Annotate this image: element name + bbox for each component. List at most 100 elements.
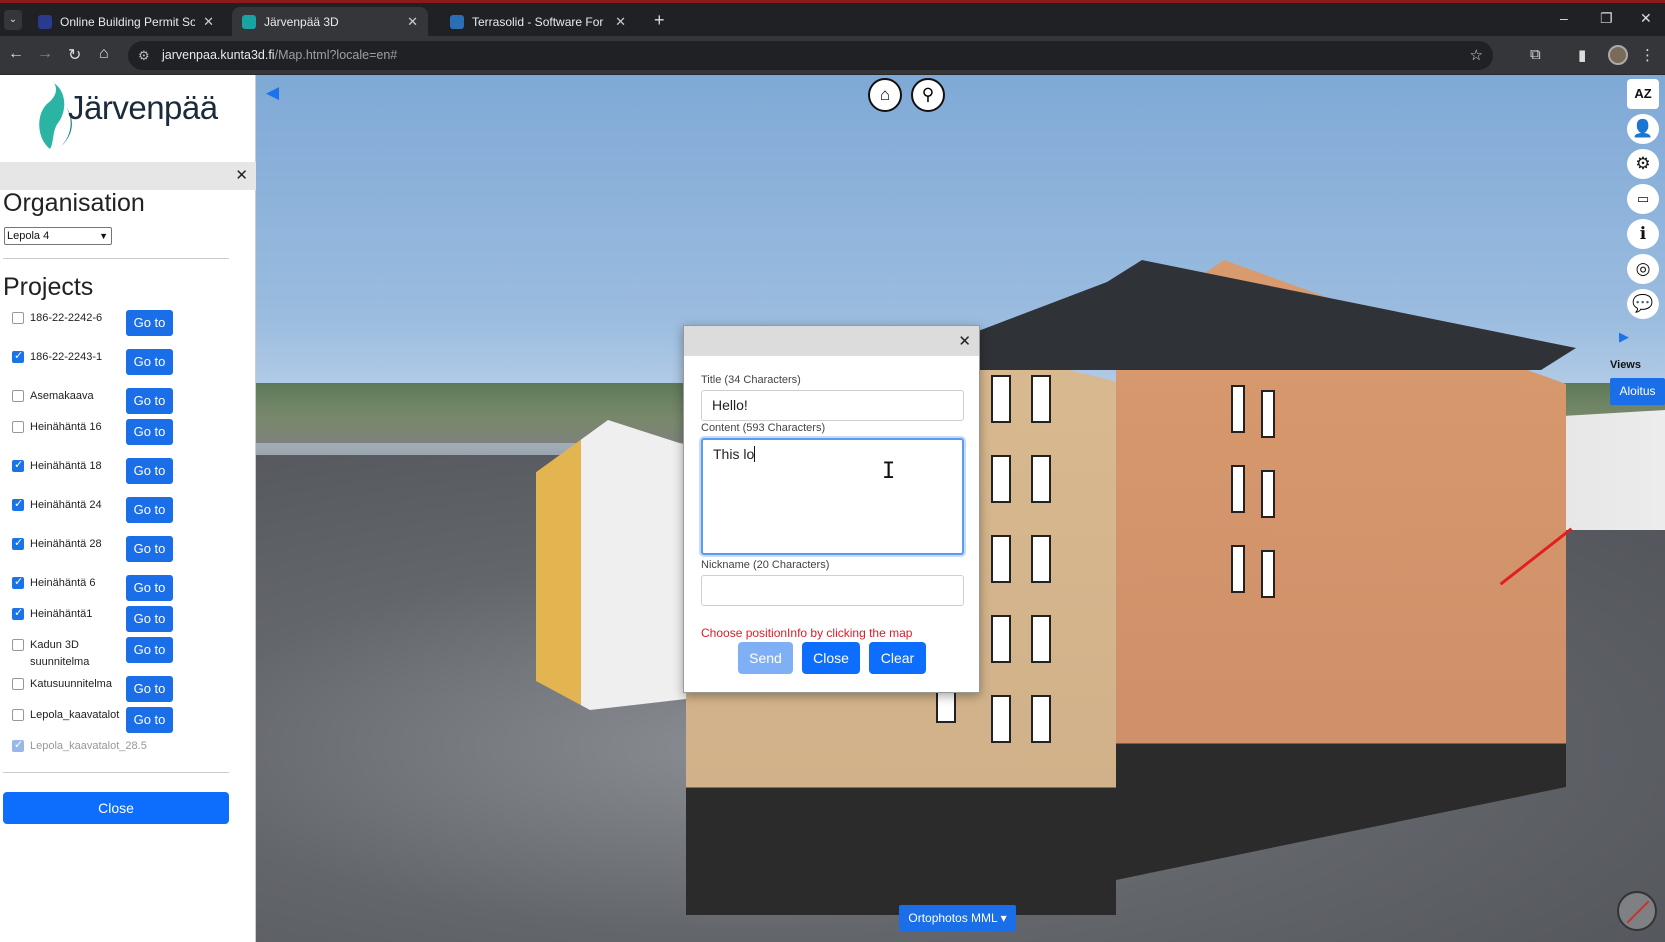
project-name: 186-22-2242-6 [30, 312, 103, 324]
project-name: Lepola_kaavatalot_28.5 [30, 740, 147, 752]
send-button[interactable]: Send [738, 642, 793, 674]
project-sidebar: Järvenpää ✕ Organisation Lepola 4 ▼ Proj… [0, 75, 256, 942]
logo-wordmark: Järvenpää [68, 89, 218, 126]
window [1031, 695, 1051, 743]
project-checkbox[interactable] [12, 606, 24, 620]
project-checkbox[interactable] [12, 421, 24, 433]
window [991, 695, 1011, 743]
project-name: Heinähäntä1 [30, 608, 93, 620]
comment-dialog: ✕ Title (34 Characters) Hello! Content (… [683, 325, 980, 693]
compass-icon[interactable] [1617, 891, 1657, 931]
divider [3, 258, 229, 259]
project-checkbox[interactable] [12, 497, 24, 511]
project-name: Heinähäntä 18 [30, 460, 102, 472]
bookmark-star-icon[interactable]: ☆ [1470, 41, 1483, 70]
tab-title: Online Building Permit Software [60, 14, 196, 29]
project-checkbox[interactable] [12, 678, 24, 690]
go-to-button[interactable]: Go to [126, 676, 173, 702]
project-name: Heinähäntä 16 [30, 421, 102, 433]
translate-icon[interactable]: AZ [1627, 79, 1659, 109]
organisation-heading: Organisation [3, 189, 145, 217]
clear-button[interactable]: Clear [869, 642, 926, 674]
go-to-button[interactable]: Go to [126, 388, 173, 414]
forward-icon[interactable]: → [37, 45, 53, 63]
organisation-select[interactable]: Lepola 4 ▼ [4, 227, 112, 245]
project-checkbox[interactable] [12, 390, 24, 402]
organisation-selected-value: Lepola 4 [7, 230, 50, 242]
window [1261, 390, 1275, 438]
close-tab-icon[interactable]: ✕ [407, 14, 418, 30]
minimize-icon[interactable]: – [1560, 10, 1568, 26]
tab-favicon-icon [242, 14, 256, 29]
side-panel-icon[interactable]: ▮ [1578, 46, 1586, 64]
back-icon[interactable]: ← [8, 45, 24, 63]
browser-tab-1[interactable]: Online Building Permit Software ✕ [28, 7, 224, 36]
view-aloitus-button[interactable]: Aloitus [1610, 378, 1665, 405]
extensions-icon[interactable]: ⧉ [1530, 46, 1541, 63]
close-tab-icon[interactable]: ✕ [203, 14, 214, 30]
ruler-icon[interactable]: ▭ [1627, 184, 1659, 214]
browser-tab-3[interactable]: Terrasolid - Software For Point Cloud ✕ [440, 7, 636, 36]
gear-icon[interactable]: ⚙ [1627, 149, 1659, 179]
project-checkbox[interactable] [12, 349, 24, 363]
window-close-icon[interactable]: ✕ [1640, 10, 1652, 27]
info-icon[interactable]: ℹ [1627, 219, 1659, 249]
close-tab-icon[interactable]: ✕ [615, 14, 626, 30]
site-info-icon[interactable]: ⚙ [138, 41, 150, 70]
project-checkbox[interactable] [12, 458, 24, 472]
projects-heading: Projects [3, 273, 94, 301]
locate-icon[interactable]: ◎ [1627, 254, 1659, 284]
project-checkbox[interactable] [12, 709, 24, 721]
project-name: 186-22-2243-1 [30, 351, 103, 363]
tab-search-chevron-icon[interactable]: ⌄ [4, 10, 22, 30]
content-textarea[interactable]: This lo [701, 438, 964, 555]
title-input[interactable]: Hello! [701, 390, 964, 421]
profile-avatar[interactable] [1608, 45, 1628, 65]
go-to-button[interactable]: Go to [126, 536, 173, 562]
dialog-close-icon[interactable]: ✕ [958, 332, 971, 350]
content-label: Content (593 Characters) [701, 422, 826, 434]
home-view-icon[interactable]: ⌂ [868, 78, 902, 112]
tab-favicon-icon [450, 14, 464, 29]
content-text: This lo [713, 446, 755, 462]
project-checkbox[interactable] [12, 575, 24, 589]
project-checkbox[interactable] [12, 536, 24, 550]
go-to-button[interactable]: Go to [126, 575, 173, 601]
go-to-button[interactable]: Go to [126, 637, 173, 663]
window [1261, 550, 1275, 598]
new-tab-icon[interactable]: + [654, 10, 665, 31]
go-to-button[interactable]: Go to [126, 349, 173, 375]
go-to-button[interactable]: Go to [126, 606, 173, 632]
url-host: jarvenpaa.kunta3d.fi [162, 48, 275, 62]
restore-icon[interactable]: ❐ [1600, 10, 1613, 27]
tab-title: Terrasolid - Software For Point Cloud [472, 14, 607, 29]
go-to-button[interactable]: Go to [126, 310, 173, 336]
tab-favicon-icon [38, 14, 52, 29]
basemap-dropdown[interactable]: Ortophotos MML ▾ [899, 905, 1016, 931]
user-icon[interactable]: 👤 [1627, 114, 1659, 144]
project-name: Kadun 3D suunnitelma [30, 639, 90, 668]
sidebar-close-button[interactable]: Close [3, 792, 229, 824]
window [1231, 545, 1245, 593]
home-icon[interactable]: ⌂ [99, 45, 109, 63]
nickname-input[interactable] [701, 575, 964, 606]
reload-icon[interactable]: ↻ [68, 45, 81, 65]
window [1231, 465, 1245, 513]
search-icon[interactable]: ⚲ [911, 78, 945, 112]
close-button[interactable]: Close [802, 642, 860, 674]
project-checkbox[interactable] [12, 639, 24, 651]
close-panel-icon[interactable]: ✕ [235, 166, 248, 184]
browser-menu-icon[interactable]: ⋮ [1640, 46, 1655, 64]
project-checkbox[interactable] [12, 738, 24, 752]
project-checkbox[interactable] [12, 312, 24, 324]
views-expand-icon[interactable]: ▶ [1619, 329, 1629, 345]
browser-tab-2[interactable]: Järvenpää 3D ✕ [232, 7, 428, 36]
go-to-button[interactable]: Go to [126, 497, 173, 523]
project-name: Lepola_kaavatalot [30, 709, 120, 721]
go-to-button[interactable]: Go to [126, 707, 173, 733]
go-to-button[interactable]: Go to [126, 419, 173, 445]
go-to-button[interactable]: Go to [126, 458, 173, 484]
url-bar[interactable]: ⚙ jarvenpaa.kunta3d.fi/Map.html?locale=e… [128, 41, 1493, 70]
collapse-sidebar-icon[interactable]: ◀ [266, 83, 279, 103]
comment-icon[interactable]: 💬 [1627, 289, 1659, 319]
